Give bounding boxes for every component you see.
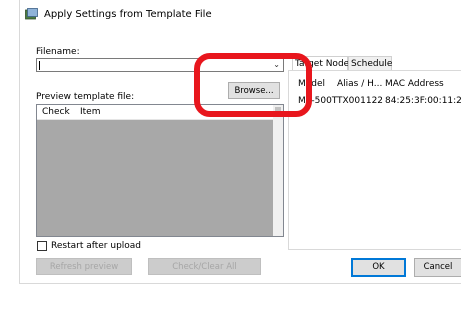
- preview-table[interactable]: Check Item: [36, 104, 284, 237]
- highlight-annotation: [194, 53, 312, 117]
- preview-label: Preview template file:: [36, 92, 135, 102]
- target-nodes-panel: Model Alias / H... MAC Address MV-500T T…: [288, 70, 461, 250]
- targets-tab-control: Target Nodes Schedule Model Alias / H...…: [288, 56, 461, 250]
- column-header-alias[interactable]: Alias / H...: [337, 79, 382, 89]
- restart-checkbox-label: Restart after upload: [51, 241, 142, 251]
- preview-scrollbar[interactable]: [273, 105, 283, 236]
- text-caret: [39, 61, 40, 70]
- restart-checkbox[interactable]: [37, 241, 47, 251]
- cancel-button[interactable]: Cancel: [414, 258, 461, 277]
- filename-label: Filename:: [36, 47, 80, 57]
- settings-app-icon: [25, 8, 38, 20]
- column-header-item[interactable]: Item: [80, 107, 101, 117]
- refresh-preview-button[interactable]: Refresh preview: [36, 258, 132, 275]
- ok-button[interactable]: OK: [351, 258, 406, 277]
- apply-settings-dialog: Apply Settings from Template File Filena…: [19, 0, 461, 284]
- window-title: Apply Settings from Template File: [44, 9, 212, 20]
- column-header-check[interactable]: Check: [42, 107, 70, 117]
- row-alias: TX001122: [337, 96, 384, 106]
- tab-schedule[interactable]: Schedule: [348, 56, 392, 70]
- column-header-mac[interactable]: MAC Address: [385, 79, 444, 89]
- row-mac: 84:25:3F:00:11:22: [385, 96, 461, 106]
- title-bar: Apply Settings from Template File: [20, 0, 461, 30]
- check-clear-all-button[interactable]: Check/Clear All: [148, 258, 261, 275]
